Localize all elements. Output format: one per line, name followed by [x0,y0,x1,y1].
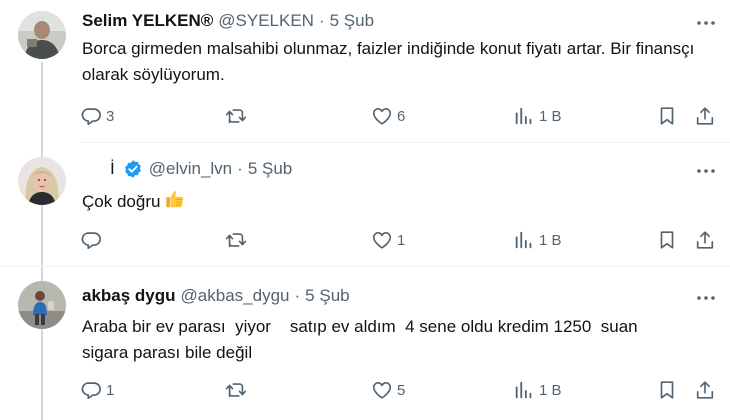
avatar[interactable] [18,157,66,205]
views-button[interactable]: 1 B [513,378,562,402]
reply-count: 1 [106,381,115,399]
views-chart-icon [513,379,535,401]
reply-count: 3 [106,107,115,125]
retweet-button[interactable] [224,378,252,402]
tweet-1[interactable]: Selim YELKEN® @SYELKEN · 5 Şub Borca gir… [0,0,730,420]
tweet-text: Borca girmeden malsahibi olunmaz, faizle… [82,39,695,84]
action-bar: 1 1 B [80,228,725,252]
like-count: 1 [397,231,406,249]
tweet-header: akbaş dygu @akbas_dygu · 5 Şub [82,286,350,306]
tweet-text: Araba bir ev parası yiyor satıp ev aldım… [82,317,643,362]
share-button[interactable] [694,228,716,252]
like-count: 5 [397,381,406,399]
user-handle[interactable]: @akbas_dygu [181,286,290,306]
retweet-button[interactable] [224,228,252,252]
timestamp[interactable]: 5 Şub [330,11,374,31]
views-count: 1 B [539,231,562,249]
more-dots-icon[interactable] [694,13,718,33]
thumbs-up-emoji [164,188,186,218]
views-count: 1 B [539,107,562,125]
action-bar: 3 6 1 B [80,104,725,128]
reply-icon [80,105,102,127]
tweet-text: Çok doğru [82,192,161,211]
share-icon [694,105,716,127]
timestamp[interactable]: 5 Şub [248,159,292,179]
share-icon [694,229,716,251]
bookmark-button[interactable] [656,378,678,402]
divider [0,266,730,267]
separator-dot: · [318,11,325,30]
tweet-2[interactable]: İ @elvin_lvn · 5 Şub Çok doğru 1 1 B [0,148,730,266]
action-bar: 1 5 1 B [80,378,725,402]
more-dots-icon[interactable] [694,288,718,308]
reply-button[interactable]: 1 [80,378,114,402]
share-button[interactable] [694,104,716,128]
heart-icon [371,379,393,401]
bookmark-icon [656,379,678,401]
retweet-icon [224,105,248,127]
display-name[interactable]: İ [110,159,115,179]
like-button[interactable]: 6 [371,104,405,128]
user-handle[interactable]: @elvin_lvn [149,159,232,179]
heart-icon [371,105,393,127]
bookmark-icon [656,105,678,127]
avatar[interactable] [18,281,66,329]
views-chart-icon [513,105,535,127]
reply-button[interactable]: 3 [80,104,114,128]
retweet-icon [224,379,248,401]
verified-badge-icon [123,159,143,179]
reply-button[interactable] [80,228,106,252]
bookmark-button[interactable] [656,228,678,252]
views-button[interactable]: 1 B [513,228,562,252]
tweet-header: Selim YELKEN® @SYELKEN · 5 Şub [82,11,374,31]
tweet-text-row: Çok doğru [82,188,712,218]
tweet-3[interactable]: akbaş dygu @akbas_dygu · 5 Şub Araba bir… [0,268,730,420]
user-handle[interactable]: @SYELKEN [218,11,314,31]
display-name[interactable]: akbaş dygu [82,286,176,306]
share-icon [694,379,716,401]
retweet-icon [224,229,248,251]
tweet-header: İ @elvin_lvn · 5 Şub [82,159,292,179]
display-name[interactable]: Selim YELKEN® [82,11,213,31]
more-dots-icon[interactable] [694,161,718,181]
bookmark-button[interactable] [656,104,678,128]
avatar[interactable] [18,11,66,59]
reply-icon [80,379,102,401]
like-button[interactable]: 5 [371,378,405,402]
heart-icon [371,229,393,251]
views-chart-icon [513,229,535,251]
divider [80,142,730,143]
bookmark-icon [656,229,678,251]
views-button[interactable]: 1 B [513,104,562,128]
views-count: 1 B [539,381,562,399]
like-button[interactable]: 1 [371,228,405,252]
reply-icon [80,229,102,251]
like-count: 6 [397,107,406,125]
share-button[interactable] [694,378,716,402]
separator-dot: · [237,159,243,178]
timestamp[interactable]: 5 Şub [305,286,349,306]
separator-dot: · [294,286,301,305]
retweet-button[interactable] [224,104,252,128]
